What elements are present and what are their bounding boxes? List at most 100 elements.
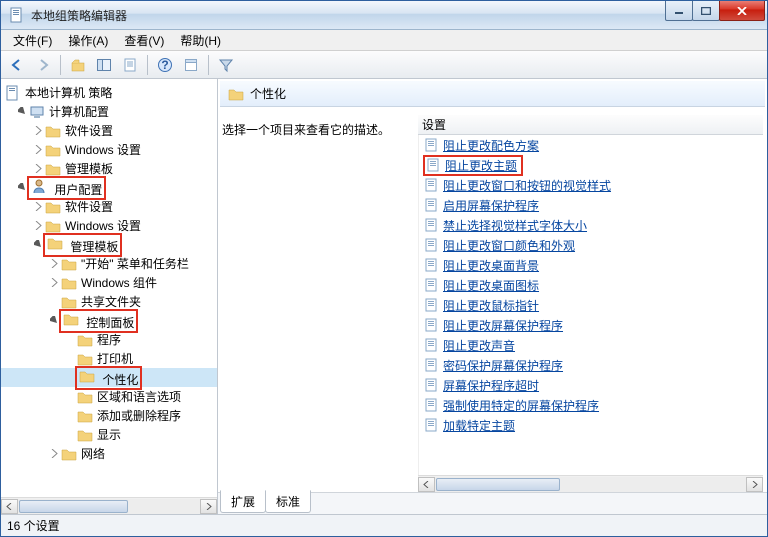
tree-item[interactable]: Windows 组件	[1, 273, 217, 292]
expander-icon[interactable]	[49, 277, 60, 288]
maximize-button[interactable]	[692, 1, 720, 21]
setting-link[interactable]: 阻止更改桌面图标	[443, 277, 539, 294]
setting-row[interactable]: 阻止更改桌面背景	[419, 255, 763, 275]
scroll-left-icon[interactable]	[418, 477, 435, 492]
setting-row[interactable]: 密码保护屏幕保护程序	[419, 355, 763, 375]
tree-item[interactable]: "开始" 菜单和任务栏	[1, 254, 217, 273]
tree-item[interactable]: 网络	[1, 444, 217, 463]
statusbar: 16 个设置	[1, 514, 767, 536]
scroll-right-icon[interactable]	[200, 499, 217, 514]
tree-personalization[interactable]: 个性化	[1, 368, 217, 387]
folder-icon	[45, 161, 61, 177]
tree-label: 本地计算机 策略	[22, 84, 112, 101]
setting-link[interactable]: 阻止更改声音	[443, 337, 515, 354]
menu-help[interactable]: 帮助(H)	[172, 30, 229, 51]
setting-link[interactable]: 阻止更改窗口颜色和外观	[443, 237, 575, 254]
expander-icon[interactable]	[17, 106, 28, 117]
setting-link[interactable]: 加载特定主题	[443, 417, 515, 434]
setting-link[interactable]: 密码保护屏幕保护程序	[443, 357, 563, 374]
tree-item[interactable]: Windows 设置	[1, 140, 217, 159]
app-window: 本地组策略编辑器 文件(F) 操作(A) 查看(V) 帮助(H) ?	[0, 0, 768, 537]
setting-row[interactable]: 加载特定主题	[419, 415, 763, 435]
setting-row[interactable]: 禁止选择视觉样式字体大小	[419, 215, 763, 235]
setting-link[interactable]: 阻止更改窗口和按钮的视觉样式	[443, 177, 611, 194]
setting-row[interactable]: 阻止更改配色方案	[419, 135, 763, 155]
setting-link[interactable]: 阻止更改桌面背景	[443, 257, 539, 274]
scroll-right-icon[interactable]	[746, 477, 763, 492]
expander-icon[interactable]	[33, 125, 44, 136]
setting-row[interactable]: 阻止更改窗口颜色和外观	[419, 235, 763, 255]
scroll-left-icon[interactable]	[1, 499, 18, 514]
setting-row[interactable]: 强制使用特定的屏幕保护程序	[419, 395, 763, 415]
setting-row[interactable]: 屏幕保护程序超时	[419, 375, 763, 395]
menubar: 文件(F) 操作(A) 查看(V) 帮助(H)	[1, 30, 767, 51]
scroll-track[interactable]	[18, 499, 200, 514]
setting-link[interactable]: 阻止更改屏幕保护程序	[443, 317, 563, 334]
setting-row[interactable]: 阻止更改窗口和按钮的视觉样式	[419, 175, 763, 195]
setting-link[interactable]: 强制使用特定的屏幕保护程序	[443, 397, 599, 414]
tree-item[interactable]: 显示	[1, 425, 217, 444]
expander-icon[interactable]	[49, 258, 60, 269]
expander-icon[interactable]	[33, 163, 44, 174]
tab-extended[interactable]: 扩展	[220, 490, 266, 513]
scroll-thumb[interactable]	[436, 478, 560, 491]
tree-item[interactable]: 区域和语言选项	[1, 387, 217, 406]
policy-tree[interactable]: 本地计算机 策略 计算机配置 软件设置 Windows 设置	[1, 79, 217, 497]
svg-text:?: ?	[161, 58, 168, 72]
menu-action[interactable]: 操作(A)	[60, 30, 116, 51]
setting-row[interactable]: 阻止更改桌面图标	[419, 275, 763, 295]
setting-row[interactable]: 阻止更改鼠标指针	[419, 295, 763, 315]
tab-standard[interactable]: 标准	[265, 490, 311, 513]
highlight-box: 控制面板	[59, 309, 138, 333]
menu-view[interactable]: 查看(V)	[116, 30, 172, 51]
tree-user-config[interactable]: 用户配置	[1, 178, 217, 197]
folder-icon	[61, 446, 77, 462]
tree-computer-config[interactable]: 计算机配置	[1, 102, 217, 121]
back-button[interactable]	[5, 53, 29, 77]
expander-icon[interactable]	[33, 220, 44, 231]
setting-row[interactable]: 阻止更改声音	[419, 335, 763, 355]
titlebar[interactable]: 本地组策略编辑器	[1, 1, 767, 30]
setting-link[interactable]: 阻止更改主题	[445, 157, 517, 174]
setting-link[interactable]: 启用屏幕保护程序	[443, 197, 539, 214]
description-prompt: 选择一个项目来查看它的描述。	[222, 121, 410, 138]
settings-list[interactable]: 阻止更改配色方案阻止更改主题阻止更改窗口和按钮的视觉样式启用屏幕保护程序禁止选择…	[418, 135, 763, 475]
tree-item[interactable]: 程序	[1, 330, 217, 349]
filter-button[interactable]	[214, 53, 238, 77]
folder-icon	[45, 142, 61, 158]
show-hide-tree-button[interactable]	[92, 53, 116, 77]
scroll-track[interactable]	[435, 477, 746, 492]
tree-control-panel[interactable]: 控制面板	[1, 311, 217, 330]
setting-link[interactable]: 屏幕保护程序超时	[443, 377, 539, 394]
tree-admin-templates[interactable]: 管理模板	[1, 235, 217, 254]
setting-icon	[423, 237, 439, 253]
tree-item[interactable]: 添加或删除程序	[1, 406, 217, 425]
folder-icon	[61, 275, 77, 291]
expander-icon[interactable]	[33, 201, 44, 212]
settings-header[interactable]: 设置	[418, 115, 763, 135]
minimize-button[interactable]	[665, 1, 693, 21]
tree-item[interactable]: 软件设置	[1, 197, 217, 216]
up-button[interactable]	[66, 53, 90, 77]
menu-file[interactable]: 文件(F)	[5, 30, 60, 51]
expander-icon[interactable]	[49, 448, 60, 459]
tree-root[interactable]: 本地计算机 策略	[1, 83, 217, 102]
close-button[interactable]	[719, 1, 765, 21]
settings-hscrollbar[interactable]	[418, 475, 763, 492]
folder-icon	[61, 294, 77, 310]
help-button[interactable]: ?	[153, 53, 177, 77]
setting-row[interactable]: 启用屏幕保护程序	[419, 195, 763, 215]
expander-icon[interactable]	[33, 144, 44, 155]
setting-link[interactable]: 阻止更改配色方案	[443, 137, 539, 154]
properties-button[interactable]	[179, 53, 203, 77]
setting-link[interactable]: 阻止更改鼠标指针	[443, 297, 539, 314]
setting-row[interactable]: 阻止更改主题	[419, 155, 763, 175]
tree-hscrollbar[interactable]	[1, 497, 217, 514]
setting-link[interactable]: 禁止选择视觉样式字体大小	[443, 217, 587, 234]
export-list-button[interactable]	[118, 53, 142, 77]
scroll-thumb[interactable]	[19, 500, 128, 513]
tree-item[interactable]: 软件设置	[1, 121, 217, 140]
setting-row[interactable]: 阻止更改屏幕保护程序	[419, 315, 763, 335]
setting-icon	[423, 197, 439, 213]
forward-button[interactable]	[31, 53, 55, 77]
